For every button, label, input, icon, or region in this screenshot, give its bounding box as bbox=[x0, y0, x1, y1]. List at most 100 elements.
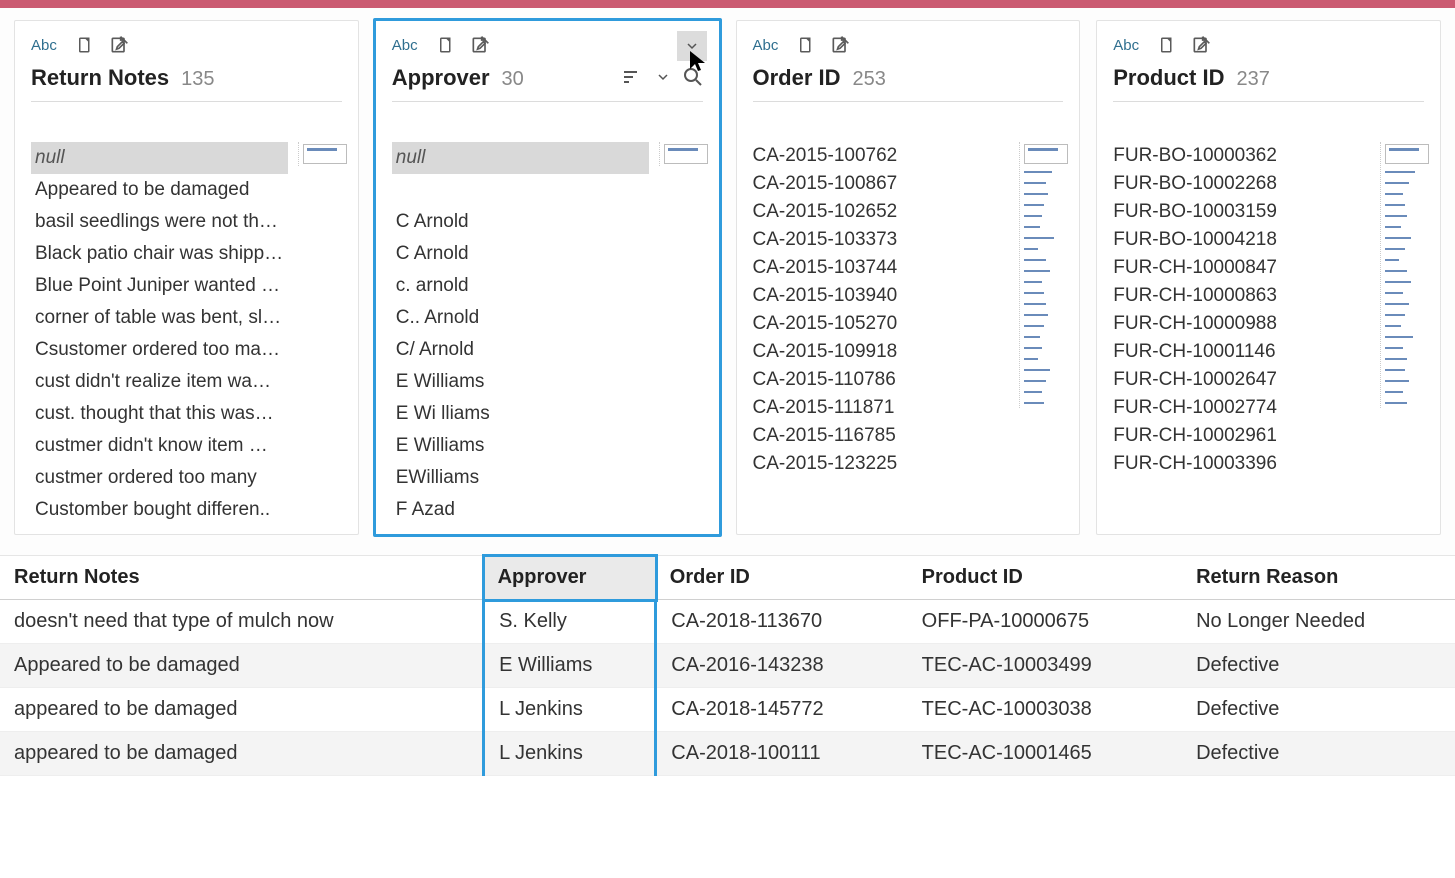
value-item[interactable]: CA-2015-123225 bbox=[753, 450, 1010, 478]
card-count: 135 bbox=[181, 68, 214, 91]
mini-histogram bbox=[1380, 142, 1424, 408]
value-item[interactable]: Blue Point Juniper wanted … bbox=[31, 270, 288, 302]
column-header-approver[interactable]: Approver bbox=[484, 556, 656, 600]
card-title-row: Return Notes135 bbox=[31, 65, 342, 102]
card-title-row: Product ID237 bbox=[1113, 65, 1424, 102]
values-wrap: CA-2015-100762CA-2015-100867CA-2015-1026… bbox=[753, 142, 1064, 478]
cell: CA-2018-100111 bbox=[656, 732, 908, 776]
value-item[interactable]: E Wi lliams bbox=[392, 398, 649, 430]
value-item[interactable]: EWilliams bbox=[392, 462, 649, 494]
chevron-down-icon[interactable] bbox=[653, 67, 673, 87]
mini-histogram bbox=[659, 142, 703, 166]
profile-card-order-id[interactable]: AbcOrder ID253CA-2015-100762CA-2015-1008… bbox=[736, 20, 1081, 535]
value-item[interactable]: Appeared to be damaged bbox=[31, 174, 288, 206]
value-item[interactable]: CA-2015-109918 bbox=[753, 338, 1010, 366]
value-item[interactable]: FUR-CH-10000847 bbox=[1113, 254, 1370, 282]
column-header-return-notes[interactable]: Return Notes bbox=[0, 556, 484, 600]
search-icon[interactable] bbox=[683, 67, 703, 87]
profile-card-approver[interactable]: AbcApprover30null C ArnoldC Arnoldc. arn… bbox=[373, 18, 722, 537]
sort-icon[interactable] bbox=[623, 67, 643, 87]
type-label: Abc bbox=[392, 37, 418, 54]
value-list: FUR-BO-10000362FUR-BO-10002268FUR-BO-100… bbox=[1113, 142, 1370, 478]
values-wrap: null C ArnoldC Arnoldc. arnoldC.. Arnold… bbox=[392, 142, 703, 526]
value-item[interactable]: custmer ordered too many bbox=[31, 462, 288, 494]
column-header-order-id[interactable]: Order ID bbox=[656, 556, 908, 600]
edit-icon[interactable] bbox=[830, 35, 850, 55]
value-item[interactable]: FUR-CH-10003396 bbox=[1113, 450, 1370, 478]
value-item[interactable]: CA-2015-111871 bbox=[753, 394, 1010, 422]
value-item[interactable]: CA-2015-102652 bbox=[753, 198, 1010, 226]
value-item[interactable]: CA-2015-110786 bbox=[753, 366, 1010, 394]
value-item[interactable]: E Williams bbox=[392, 366, 649, 398]
cell: E Williams bbox=[484, 644, 656, 688]
value-item[interactable]: Csustomer ordered too ma… bbox=[31, 334, 288, 366]
page-icon[interactable] bbox=[796, 35, 816, 55]
value-item[interactable]: C Arnold bbox=[392, 238, 649, 270]
value-item[interactable]: E Williams bbox=[392, 430, 649, 462]
value-item[interactable]: CA-2015-116785 bbox=[753, 422, 1010, 450]
value-item[interactable]: custmer didn't know item … bbox=[31, 430, 288, 462]
table-row[interactable]: appeared to be damagedL JenkinsCA-2018-1… bbox=[0, 732, 1455, 776]
value-item[interactable]: C Arnold bbox=[392, 206, 649, 238]
value-item[interactable]: C.. Arnold bbox=[392, 302, 649, 334]
page-icon[interactable] bbox=[1157, 35, 1177, 55]
value-item[interactable]: FUR-CH-10000863 bbox=[1113, 282, 1370, 310]
value-null[interactable]: null bbox=[392, 142, 649, 174]
value-item[interactable]: CA-2015-100762 bbox=[753, 142, 1010, 170]
card-header-icons: Abc bbox=[753, 35, 1064, 55]
value-item[interactable]: FUR-BO-10004218 bbox=[1113, 226, 1370, 254]
value-list: null C ArnoldC Arnoldc. arnoldC.. Arnold… bbox=[392, 142, 649, 526]
profile-card-return-notes[interactable]: Abc Return Notes135 nullAppeared to be dam… bbox=[14, 20, 359, 535]
card-menu-button[interactable] bbox=[677, 31, 707, 61]
card-title: Order ID bbox=[753, 65, 841, 91]
cell: No Longer Needed bbox=[1182, 600, 1455, 644]
table-row[interactable]: Appeared to be damagedE WilliamsCA-2016-… bbox=[0, 644, 1455, 688]
value-list: CA-2015-100762CA-2015-100867CA-2015-1026… bbox=[753, 142, 1010, 478]
value-item[interactable]: Customber bought differen.. bbox=[31, 494, 288, 526]
column-header-return-reason[interactable]: Return Reason bbox=[1182, 556, 1455, 600]
cell: Defective bbox=[1182, 732, 1455, 776]
card-title: Approver bbox=[392, 65, 490, 91]
page-icon[interactable] bbox=[436, 35, 456, 55]
value-item[interactable]: FUR-CH-10002647 bbox=[1113, 366, 1370, 394]
mini-histogram bbox=[298, 142, 342, 166]
profile-card-product-id[interactable]: AbcProduct ID237FUR-BO-10000362FUR-BO-10… bbox=[1096, 20, 1441, 535]
cell: appeared to be damaged bbox=[0, 688, 484, 732]
value-item[interactable]: C/ Arnold bbox=[392, 334, 649, 366]
value-item[interactable]: FUR-BO-10002268 bbox=[1113, 170, 1370, 198]
table-row[interactable]: appeared to be damagedL JenkinsCA-2018-1… bbox=[0, 688, 1455, 732]
edit-icon[interactable] bbox=[1191, 35, 1211, 55]
value-item[interactable]: Black patio chair was shipp… bbox=[31, 238, 288, 270]
card-controls bbox=[623, 67, 703, 87]
value-item[interactable]: cust didn't realize item wa… bbox=[31, 366, 288, 398]
value-item[interactable]: CA-2015-103744 bbox=[753, 254, 1010, 282]
card-title-row: Approver30 bbox=[392, 65, 703, 102]
value-item[interactable]: basil seedlings were not th… bbox=[31, 206, 288, 238]
value-null[interactable]: null bbox=[31, 142, 288, 174]
type-label: Abc bbox=[1113, 37, 1139, 54]
value-item[interactable]: FUR-BO-10003159 bbox=[1113, 198, 1370, 226]
value-item[interactable]: corner of table was bent, sl… bbox=[31, 302, 288, 334]
value-item[interactable]: F Azad bbox=[392, 494, 649, 526]
value-item[interactable]: FUR-CH-10000988 bbox=[1113, 310, 1370, 338]
cell: L Jenkins bbox=[484, 732, 656, 776]
value-item[interactable]: c. arnold bbox=[392, 270, 649, 302]
column-header-product-id[interactable]: Product ID bbox=[908, 556, 1182, 600]
value-item[interactable]: FUR-CH-10002774 bbox=[1113, 394, 1370, 422]
value-item[interactable]: FUR-BO-10000362 bbox=[1113, 142, 1370, 170]
page-icon[interactable] bbox=[75, 35, 95, 55]
type-label: Abc bbox=[31, 37, 57, 54]
cell: CA-2018-145772 bbox=[656, 688, 908, 732]
edit-icon[interactable] bbox=[470, 35, 490, 55]
table-row[interactable]: doesn't need that type of mulch nowS. Ke… bbox=[0, 600, 1455, 644]
value-item[interactable]: CA-2015-103940 bbox=[753, 282, 1010, 310]
cell: OFF-PA-10000675 bbox=[908, 600, 1182, 644]
value-item[interactable]: FUR-CH-10002961 bbox=[1113, 422, 1370, 450]
value-item[interactable]: CA-2015-100867 bbox=[753, 170, 1010, 198]
edit-icon[interactable] bbox=[109, 35, 129, 55]
value-item[interactable]: cust. thought that this was… bbox=[31, 398, 288, 430]
value-item[interactable]: CA-2015-105270 bbox=[753, 310, 1010, 338]
value-item[interactable]: CA-2015-103373 bbox=[753, 226, 1010, 254]
value-item[interactable]: FUR-CH-10001146 bbox=[1113, 338, 1370, 366]
value-item[interactable] bbox=[392, 174, 649, 206]
